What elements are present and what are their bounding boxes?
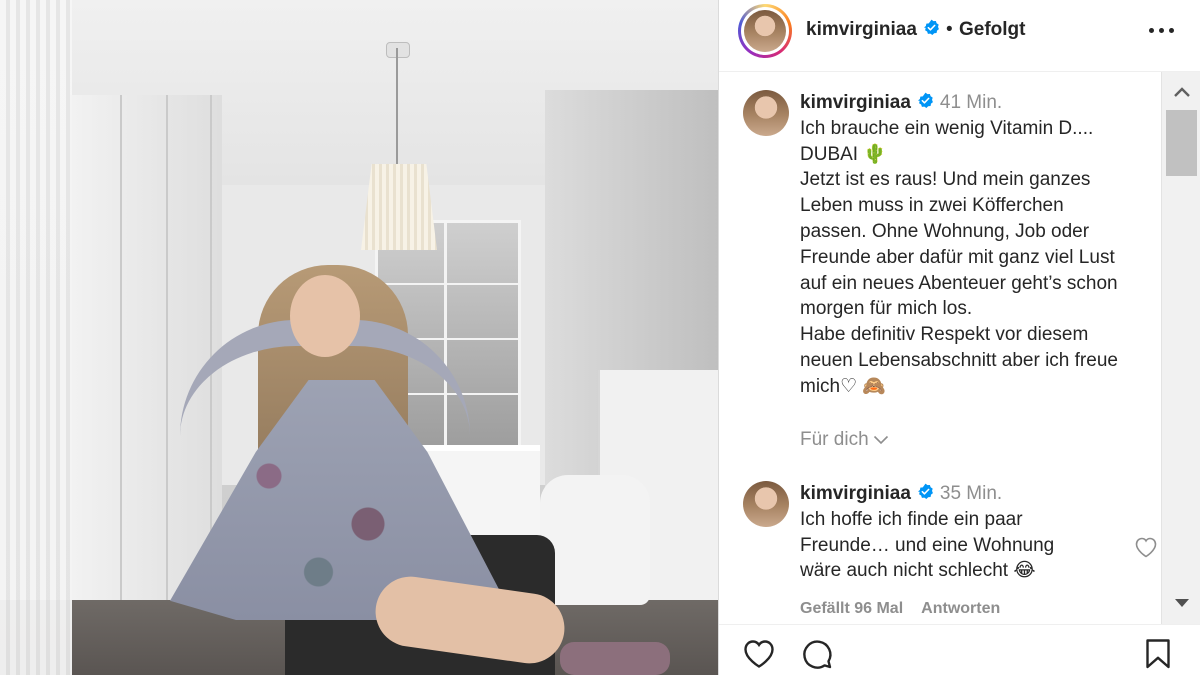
verified-badge-icon (917, 93, 933, 109)
scrollbar-thumb[interactable] (1166, 110, 1197, 176)
bookmark-icon[interactable] (1141, 637, 1175, 671)
header-username-link[interactable]: kimvirginiaa (806, 19, 940, 41)
comment-line: Freunde… und eine Wohnung (800, 534, 1055, 556)
scroll-down-arrow-icon (1175, 599, 1189, 607)
translate-label: Für dich (800, 429, 869, 450)
photo-lamp-mount (386, 42, 410, 58)
scroll-up-arrow-icon (1174, 87, 1190, 97)
photo-chair (540, 475, 650, 605)
comment-username[interactable]: kimvirginiaa (800, 483, 911, 504)
caption-username[interactable]: kimvirginiaa (800, 92, 911, 113)
comment-meta: Gefällt 96 Mal Antworten (800, 600, 1018, 618)
scroll-up-button[interactable] (1162, 72, 1200, 112)
caption-line: DUBAI 🌵 (800, 143, 888, 165)
caption-text: kimvirginiaa 41 Min. Ich brauche ein weni… (800, 90, 1145, 400)
photo-person-face (290, 275, 360, 357)
caption-line: morgen für mich los. (800, 298, 973, 320)
caption-line: neuen Lebensabschnitt aber ich freue (800, 349, 1118, 371)
comment-text: kimvirginiaa 35 Min. Ich hoffe ich finde … (800, 481, 1145, 584)
avatar (744, 10, 786, 52)
avatar[interactable] (743, 90, 789, 136)
photo-lace-curtain (0, 0, 72, 675)
caption-line: Freunde aber dafür mit ganz viel Lust (800, 246, 1115, 268)
caption-line: Habe definitiv Respekt vor diesem (800, 324, 1089, 346)
photo-lamp-shade (361, 164, 437, 250)
comments-list[interactable]: kimvirginiaa 41 Min. Ich brauche ein weni… (719, 72, 1161, 624)
photo-lamp-cord (396, 48, 398, 166)
verified-badge-icon (923, 20, 939, 36)
caption-line: mich♡ 🙈 (800, 375, 887, 397)
comments-scrollbar[interactable] (1161, 72, 1200, 624)
header-username: kimvirginiaa (806, 19, 917, 40)
header-separator: • (946, 19, 953, 40)
comment-icon[interactable] (800, 637, 834, 671)
chevron-down-icon (873, 435, 888, 445)
comment-like-icon[interactable] (1134, 536, 1158, 558)
caption-line: passen. Ohne Wohnung, Job oder (800, 220, 1090, 242)
post-header: kimvirginiaa • Gefolgt (719, 0, 1200, 72)
post-photo[interactable] (0, 0, 718, 675)
comment-time[interactable]: 35 Min. (940, 483, 1002, 504)
follow-status-button[interactable]: Gefolgt (959, 19, 1026, 41)
scroll-down-button[interactable] (1162, 584, 1200, 624)
avatar[interactable] (743, 481, 789, 527)
caption-time[interactable]: 41 Min. (940, 92, 1002, 113)
caption-line: auf ein neues Abenteuer geht’s schon (800, 272, 1118, 294)
post-actions-bar (719, 624, 1200, 676)
post-side-panel: kimvirginiaa • Gefolgt kimvirginiaa 41 Mi… (718, 0, 1200, 675)
translate-toggle[interactable]: Für dich (800, 429, 889, 451)
caption-line: Jetzt ist es raus! Und mein ganzes (800, 169, 1091, 191)
comment-likes-count[interactable]: Gefällt 96 Mal (800, 600, 903, 617)
caption-line: Ich brauche ein wenig Vitamin D.... (800, 117, 1094, 139)
more-options-icon[interactable] (1145, 16, 1179, 44)
verified-badge-icon (917, 484, 933, 500)
reply-button[interactable]: Antworten (921, 600, 1000, 617)
header-avatar[interactable] (738, 4, 792, 58)
heart-icon[interactable] (742, 637, 776, 671)
comment-line: wäre auch nicht schlecht 😂 (800, 560, 1036, 582)
photo-shoes (560, 642, 670, 675)
caption-line: Leben muss in zwei Köfferchen (800, 195, 1064, 217)
comment-line: Ich hoffe ich finde ein paar (800, 508, 1023, 530)
